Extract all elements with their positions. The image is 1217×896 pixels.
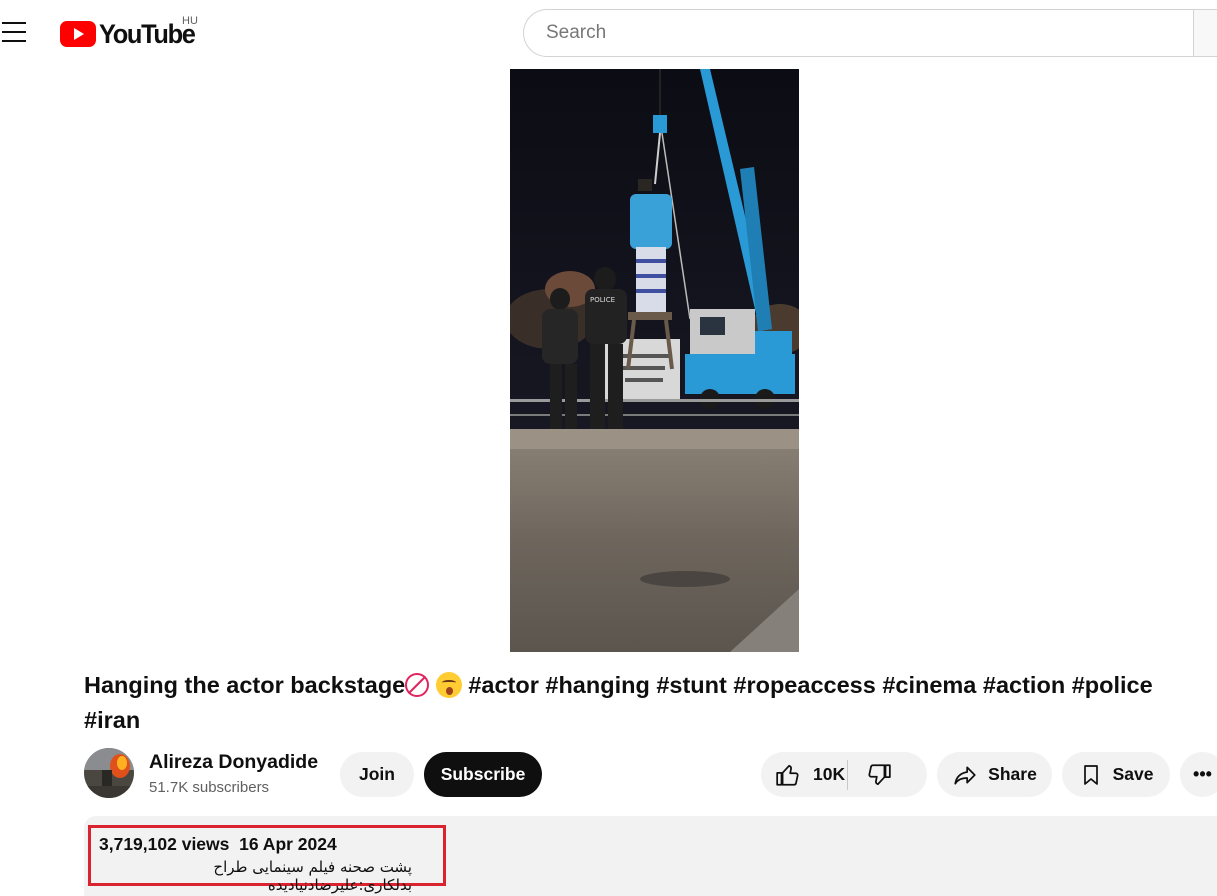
surprised-face-emoji-icon [435, 672, 462, 698]
join-button[interactable]: Join [340, 752, 414, 797]
youtube-logo[interactable]: YouTube [60, 18, 201, 50]
search-box[interactable] [523, 9, 1194, 57]
subscriber-count: 51.7K subscribers [149, 779, 270, 796]
upload-date: 16 Apr 2024 [239, 834, 337, 854]
more-actions-button[interactable]: ••• [1180, 752, 1217, 797]
youtube-play-logo-icon [60, 21, 96, 47]
search-button[interactable] [1193, 9, 1217, 57]
video-frame: POLICE [510, 69, 799, 652]
save-label: Save [1112, 764, 1154, 784]
police-sign: POLICE [590, 296, 615, 304]
logo-wordmark: YouTube [99, 19, 196, 49]
youtube-watch-page: YouTube HU Search POLICE Hanging the act… [0, 0, 1217, 896]
share-arrow-icon [954, 766, 976, 785]
search-input[interactable] [544, 21, 1194, 45]
thumbs-up-icon [776, 764, 799, 786]
thumbs-down-icon [868, 763, 891, 785]
subscribe-button[interactable]: Subscribe [424, 752, 542, 797]
hamburger-menu-icon[interactable] [2, 22, 28, 46]
like-count: 10K [813, 764, 846, 784]
views-and-date: 3,719,102 views 16 Apr 2024 [99, 834, 337, 855]
no-under-18-icon [405, 673, 430, 697]
save-button[interactable]: Save [1062, 752, 1170, 797]
country-code: HU [182, 15, 198, 27]
dislike-button[interactable] [848, 752, 910, 797]
share-button[interactable]: Share [937, 752, 1052, 797]
video-title-text: Hanging the actor backstage [84, 672, 406, 698]
view-count: 3,719,102 views [99, 834, 230, 854]
video-player[interactable]: POLICE [510, 69, 799, 652]
more-dots-icon: ••• [1193, 764, 1212, 784]
share-label: Share [988, 764, 1037, 784]
channel-avatar[interactable] [84, 748, 134, 798]
description-text: پشت صحنه فیلم سینمایی طراح بدلکاری:علیرض… [213, 858, 412, 894]
channel-name[interactable]: Alireza Donyadide [149, 751, 318, 774]
video-title: Hanging the actor backstage #actor #hang… [84, 668, 1194, 738]
like-button[interactable]: 10K [761, 752, 847, 797]
like-dislike-group: 10K [761, 752, 927, 797]
bookmark-icon [1083, 764, 1098, 785]
avatar-image [84, 748, 134, 798]
